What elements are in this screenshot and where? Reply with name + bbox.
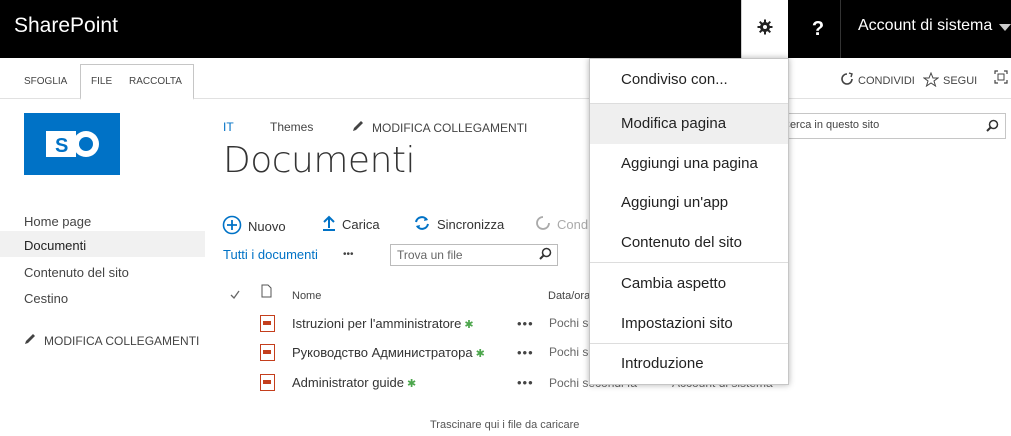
- new-item-icon: ✱: [407, 378, 417, 390]
- settings-menu: Condiviso con... Modifica pagina Aggiung…: [589, 58, 789, 385]
- site-search-input[interactable]: Cerca in questo sito: [779, 113, 1006, 139]
- account-menu[interactable]: Account di sistema: [858, 17, 992, 35]
- column-header-date[interactable]: Data/ora: [548, 290, 590, 302]
- menu-item-site-settings[interactable]: Impostazioni sito: [590, 304, 788, 344]
- menu-item-shared-with[interactable]: Condiviso con...: [590, 60, 788, 100]
- share-icon: [535, 215, 551, 234]
- nav-edit-links-label: MODIFICA COLLEGAMENTI: [44, 333, 200, 348]
- sync-icon: [413, 215, 431, 234]
- pencil-icon: [24, 333, 36, 348]
- share-doc-button[interactable]: Cond: [535, 215, 588, 234]
- breadcrumb-it[interactable]: IT: [223, 120, 234, 134]
- new-item-icon: ✱: [464, 319, 474, 331]
- breadcrumb-edit-links[interactable]: MODIFICA COLLEGAMENTI: [352, 120, 527, 135]
- upload-icon: [322, 215, 336, 234]
- pdf-file-icon: [260, 315, 275, 332]
- row-menu-button[interactable]: •••: [517, 375, 534, 390]
- svg-text:S: S: [55, 135, 68, 157]
- document-type-icon: [261, 284, 272, 303]
- new-item-icon: ✱: [475, 348, 485, 360]
- share-label: CONDIVIDI: [858, 74, 915, 87]
- file-name-link[interactable]: Administrator guide: [292, 375, 404, 390]
- gear-icon: [757, 19, 773, 40]
- upload-label: Carica: [342, 217, 380, 232]
- find-file-placeholder: Trova un file: [397, 248, 463, 262]
- sync-label: Sincronizza: [437, 217, 505, 232]
- view-all-documents[interactable]: Tutti i documenti: [223, 247, 318, 262]
- menu-item-getting-started[interactable]: Introduzione: [590, 344, 788, 384]
- nav-item-documenti[interactable]: Documenti: [24, 238, 86, 253]
- pdf-file-icon: [260, 344, 275, 361]
- nav-edit-links[interactable]: MODIFICA COLLEGAMENTI: [24, 333, 199, 348]
- row-menu-button[interactable]: •••: [517, 345, 534, 360]
- share-icon: [840, 72, 854, 89]
- menu-item-edit-page[interactable]: Modifica pagina: [590, 104, 788, 144]
- find-file-input[interactable]: Trova un file: [390, 244, 558, 266]
- table-row[interactable]: Руководство Администратора ✱: [292, 345, 485, 360]
- pencil-icon: [352, 120, 364, 135]
- follow-button[interactable]: SEGUI: [922, 71, 978, 90]
- help-button[interactable]: ?: [796, 0, 840, 58]
- star-icon: [922, 71, 940, 90]
- table-row[interactable]: Administrator guide ✱: [292, 375, 416, 390]
- pdf-file-icon: [260, 374, 275, 391]
- site-logo[interactable]: S: [24, 113, 120, 175]
- new-button[interactable]: Nuovo: [222, 215, 286, 238]
- menu-item-site-contents[interactable]: Contenuto del sito: [590, 223, 788, 263]
- nav-item-home[interactable]: Home page: [24, 214, 91, 229]
- focus-mode-icon[interactable]: [994, 70, 1008, 89]
- menu-item-add-page[interactable]: Aggiungi una pagina: [590, 144, 788, 184]
- menu-item-add-app[interactable]: Aggiungi un'app: [590, 183, 788, 223]
- sync-button[interactable]: Sincronizza: [413, 215, 504, 234]
- brand-link[interactable]: SharePoint: [14, 14, 118, 38]
- settings-button[interactable]: [741, 0, 788, 58]
- table-row[interactable]: Istruzioni per l'amministratore ✱: [292, 316, 474, 331]
- column-header-name[interactable]: Nome: [292, 290, 321, 302]
- search-icon[interactable]: [539, 247, 552, 263]
- breadcrumb-edit-links-label: MODIFICA COLLEGAMENTI: [372, 120, 528, 135]
- breadcrumb-themes[interactable]: Themes: [270, 120, 313, 134]
- nav-item-cestino[interactable]: Cestino: [24, 291, 68, 306]
- upload-button[interactable]: Carica: [322, 215, 380, 234]
- tab-file[interactable]: FILE: [91, 76, 112, 87]
- file-name-link[interactable]: Istruzioni per l'amministratore: [292, 316, 461, 331]
- plus-circle-icon: [222, 215, 242, 238]
- share-button[interactable]: CONDIVIDI: [840, 72, 915, 89]
- tab-sfoglia[interactable]: SFOGLIA: [24, 76, 67, 87]
- menu-item-change-look[interactable]: Cambia aspetto: [590, 264, 788, 304]
- search-icon[interactable]: [986, 119, 999, 137]
- page-title: Documenti: [223, 140, 416, 181]
- tab-raccolta[interactable]: RACCOLTA: [129, 76, 182, 87]
- site-search-placeholder: Cerca in questo sito: [782, 119, 880, 131]
- suitebar-divider: [840, 0, 841, 58]
- follow-label: SEGUI: [943, 75, 978, 87]
- nav-item-contenuto[interactable]: Contenuto del sito: [24, 265, 129, 280]
- menu-divider: [590, 262, 788, 263]
- share-doc-label: Cond: [557, 217, 589, 232]
- drop-zone-hint: Trascinare qui i file da caricare: [430, 419, 580, 431]
- new-label: Nuovo: [248, 219, 286, 234]
- select-all-check-icon[interactable]: [230, 287, 240, 305]
- view-more-button[interactable]: •••: [343, 249, 354, 260]
- chevron-down-icon[interactable]: [999, 24, 1011, 31]
- file-name-link[interactable]: Руководство Администратора: [292, 345, 473, 360]
- row-menu-button[interactable]: •••: [517, 316, 534, 331]
